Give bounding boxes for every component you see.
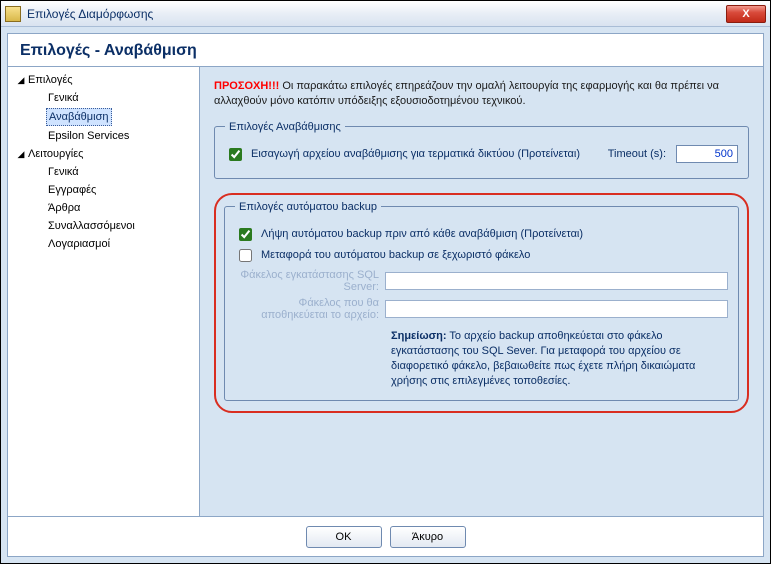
tree-item-upgrade[interactable]: Αναβάθμιση — [8, 107, 199, 127]
window-title: Επιλογές Διαμόρφωσης — [27, 7, 726, 21]
app-icon — [5, 6, 21, 22]
tree-label: Γενικά — [46, 164, 81, 180]
cancel-button[interactable]: Άκυρο — [390, 526, 466, 548]
chk-label: Εισαγωγή αρχείου αναβάθμισης για τερματι… — [251, 148, 580, 160]
tree-label: Αναβάθμιση — [46, 108, 112, 126]
label-sql-install-folder: Φάκελος εγκατάστασης SQL Server: — [235, 269, 385, 293]
input-backup-target-folder[interactable] — [385, 300, 728, 318]
ok-button[interactable]: OK — [306, 526, 382, 548]
page-title: Επιλογές - Αναβάθμιση — [8, 34, 763, 67]
caret-down-icon: ◢ — [16, 72, 26, 88]
tree-label: Επιλογές — [26, 72, 75, 88]
close-button[interactable]: X — [726, 5, 766, 23]
tree-label: Εγγραφές — [46, 182, 98, 198]
dialog-footer: OK Άκυρο — [8, 516, 763, 556]
tree-label: Γενικά — [46, 90, 81, 106]
tree-group-options[interactable]: ◢ Επιλογές — [8, 71, 199, 89]
note-prefix: Σημείωση: — [391, 330, 447, 342]
tree-label: Λογαριασμοί — [46, 236, 112, 252]
timeout-input[interactable] — [676, 145, 738, 163]
group-legend: Επιλογές αυτόματου backup — [235, 201, 381, 213]
tree-item-articles[interactable]: Άρθρα — [8, 199, 199, 217]
tree-item-records[interactable]: Εγγραφές — [8, 181, 199, 199]
tree-label: Λειτουργίες — [26, 146, 85, 162]
tree-item-func-general[interactable]: Γενικά — [8, 163, 199, 181]
tree-item-partners[interactable]: Συναλλασσόμενοι — [8, 217, 199, 235]
caret-down-icon: ◢ — [16, 146, 26, 162]
label-backup-target-folder: Φάκελος που θα αποθηκεύεται το αρχείο: — [235, 297, 385, 321]
titlebar: Επιλογές Διαμόρφωσης X — [1, 1, 770, 27]
timeout-label: Timeout (s): — [608, 148, 666, 160]
input-sql-install-folder[interactable] — [385, 272, 728, 290]
highlight-frame: Επιλογές αυτόματου backup Λήψη αυτόματου… — [214, 193, 749, 414]
group-legend: Επιλογές Αναβάθμισης — [225, 121, 345, 133]
chk-take-backup-before-upgrade[interactable] — [239, 228, 252, 241]
inner-panel: Επιλογές - Αναβάθμιση ◢ Επιλογές Γενικά … — [7, 33, 764, 557]
group-auto-backup: Επιλογές αυτόματου backup Λήψη αυτόματου… — [224, 201, 739, 402]
body-split: ◢ Επιλογές Γενικά Αναβάθμιση Epsilon Ser… — [8, 67, 763, 516]
group-upgrade-options: Επιλογές Αναβάθμισης Εισαγωγή αρχείου αν… — [214, 121, 749, 179]
tree-item-general[interactable]: Γενικά — [8, 89, 199, 107]
tree-item-accounts[interactable]: Λογαριασμοί — [8, 235, 199, 253]
warning-text: ΠΡΟΣΟΧΗ!!! Οι παρακάτω επιλογές επηρεάζο… — [214, 79, 749, 109]
tree-label: Άρθρα — [46, 200, 82, 216]
tree-item-epsilon-services[interactable]: Epsilon Services — [8, 127, 199, 145]
chk-label: Μεταφορά του αυτόματου backup σε ξεχωρισ… — [261, 249, 530, 261]
content-panel: ΠΡΟΣΟΧΗ!!! Οι παρακάτω επιλογές επηρεάζο… — [200, 67, 763, 516]
warning-prefix: ΠΡΟΣΟΧΗ!!! — [214, 80, 279, 92]
close-icon: X — [742, 8, 749, 20]
chk-move-backup-to-folder[interactable] — [239, 249, 252, 262]
chk-label: Λήψη αυτόματου backup πριν από κάθε αναβ… — [261, 228, 583, 240]
chk-import-upgrade-file[interactable] — [229, 148, 242, 161]
warning-body: Οι παρακάτω επιλογές επηρεάζουν την ομαλ… — [214, 80, 719, 107]
backup-note: Σημείωση: Το αρχείο backup αποθηκεύεται … — [391, 329, 728, 388]
nav-tree: ◢ Επιλογές Γενικά Αναβάθμιση Epsilon Ser… — [8, 67, 200, 516]
window-frame: Επιλογές Διαμόρφωσης X Επιλογές - Αναβάθ… — [0, 0, 771, 564]
tree-label: Συναλλασσόμενοι — [46, 218, 137, 234]
tree-group-functions[interactable]: ◢ Λειτουργίες — [8, 145, 199, 163]
tree-label: Epsilon Services — [46, 128, 131, 144]
